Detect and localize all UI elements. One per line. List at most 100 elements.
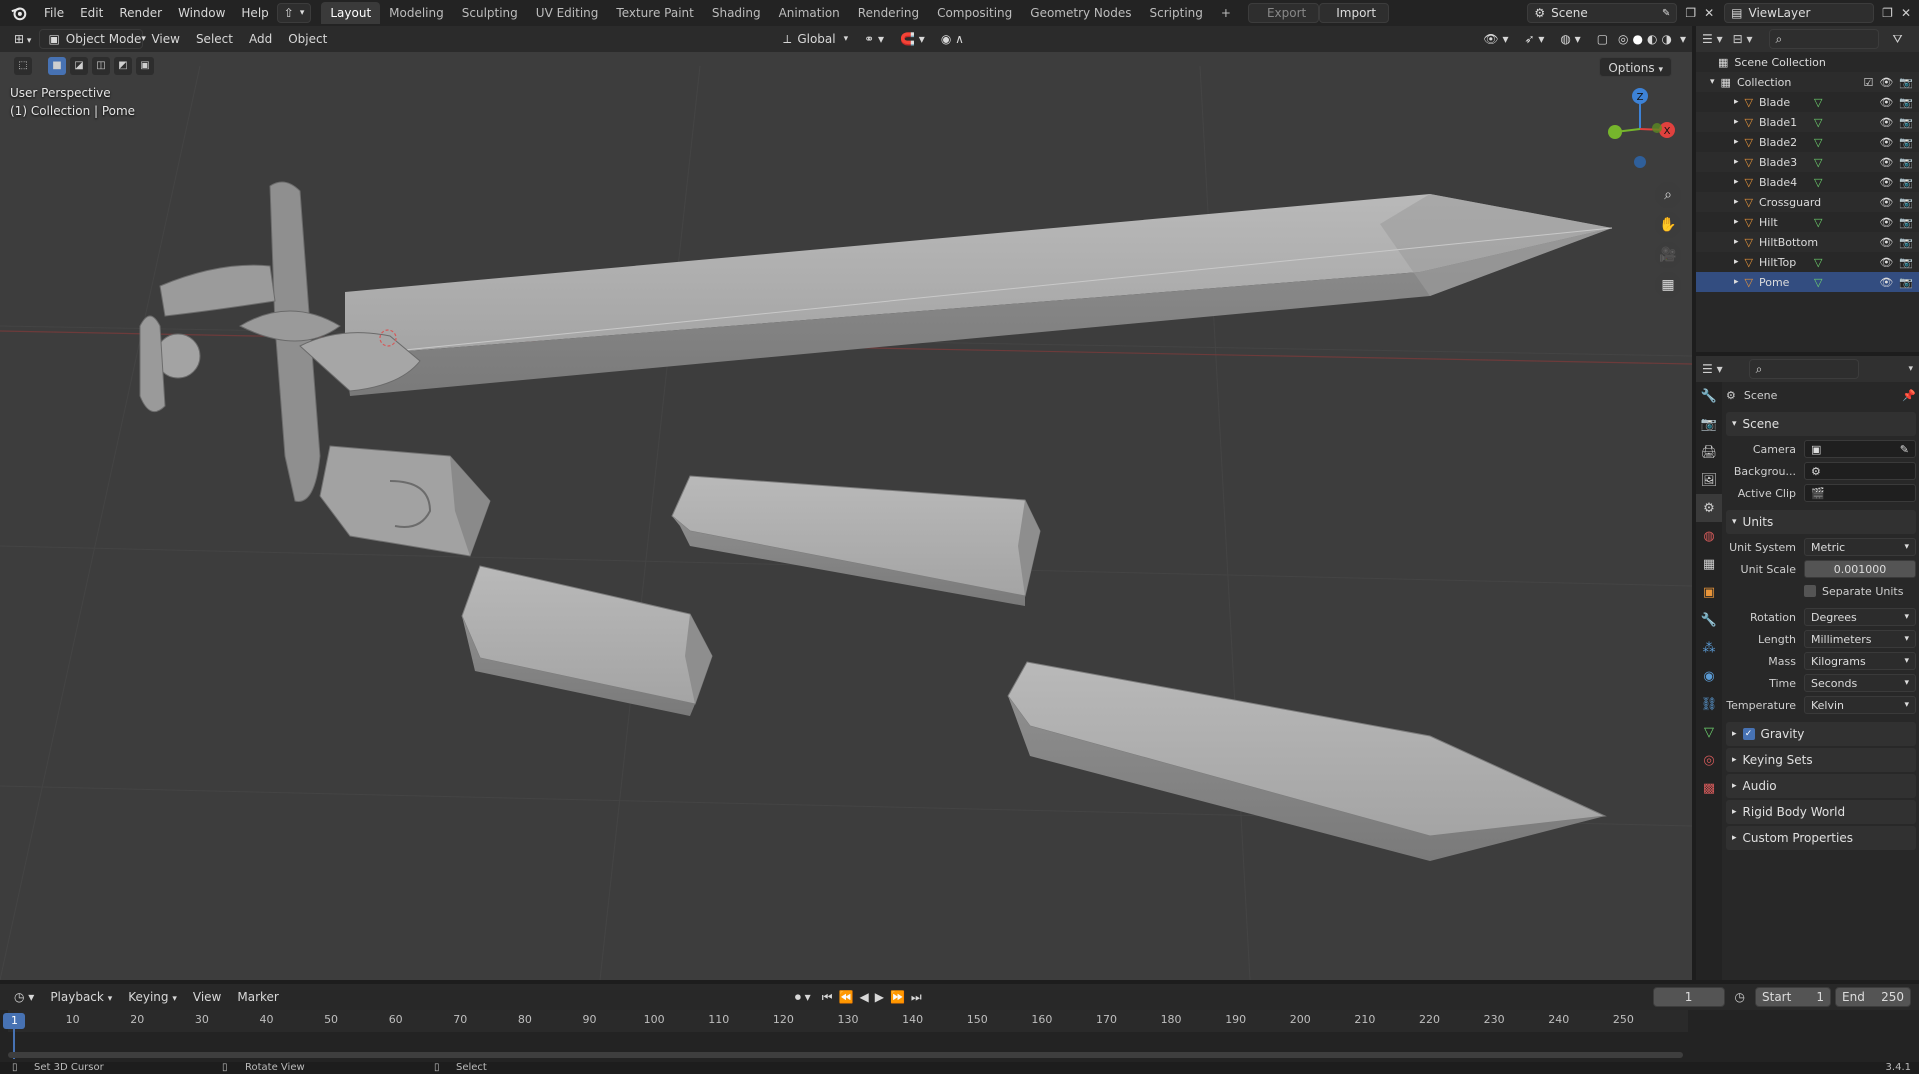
keying-sets-panel-header[interactable]: ▸ Keying Sets <box>1726 748 1916 772</box>
length-dropdown[interactable]: Millimeters ▾ <box>1804 630 1916 648</box>
tab-texture-paint[interactable]: Texture Paint <box>607 2 702 24</box>
snap-icon[interactable]: 🧲 ▾ <box>892 29 933 49</box>
timeline-editor-icon[interactable]: ◷ ▾ <box>6 987 42 1007</box>
editor-type-button[interactable]: ⊞ ▾ <box>6 29 39 49</box>
object-tab-icon[interactable]: ▣ <box>1696 578 1722 606</box>
eye-icon[interactable]: 👁 <box>1879 256 1893 269</box>
current-frame-marker[interactable]: 1 <box>3 1013 26 1029</box>
active-clip-field[interactable]: 🎬 <box>1804 484 1916 502</box>
workspace-menu-button[interactable]: ⇧ ▾ <box>276 3 312 23</box>
expand-arrow-icon[interactable]: ▸ <box>1734 177 1739 187</box>
expand-arrow-icon[interactable]: ▾ <box>1710 77 1715 87</box>
shading-wireframe-icon[interactable]: ◎ <box>1616 29 1630 49</box>
camera-icon[interactable]: 📷 <box>1899 196 1913 209</box>
outliner-search-input[interactable]: ⌕ <box>1768 29 1879 49</box>
outliner-item-crossguard[interactable]: ▸ ▽ Crossguard 👁 📷 <box>1696 192 1919 212</box>
camera-icon[interactable]: 📷 <box>1899 116 1913 129</box>
outliner-item-blade2[interactable]: ▸ ▽ Blade2 ▽ 👁 📷 <box>1696 132 1919 152</box>
unit-scale-field[interactable]: 0.001000 <box>1804 560 1916 578</box>
gravity-checkbox[interactable]: ✓ <box>1742 728 1755 740</box>
timeline-scrollbar[interactable] <box>8 1052 1683 1058</box>
unit-system-dropdown[interactable]: Metric ▾ <box>1804 538 1916 556</box>
tab-modeling[interactable]: Modeling <box>380 2 453 24</box>
menu-help[interactable]: Help <box>233 0 276 26</box>
select-new-icon[interactable]: ■ <box>48 57 66 75</box>
temperature-dropdown[interactable]: Kelvin ▾ <box>1804 696 1916 714</box>
menu-file[interactable]: File <box>36 0 72 26</box>
viewlayer-selector[interactable]: ▤ ViewLayer <box>1724 3 1875 23</box>
checkbox-icon[interactable]: ☑ <box>1863 76 1873 89</box>
custom-properties-panel-header[interactable]: ▸ Custom Properties <box>1726 826 1916 850</box>
outliner-scene-collection[interactable]: ▦ Scene Collection <box>1696 52 1919 72</box>
eye-icon[interactable]: 👁 <box>1879 176 1893 189</box>
xray-icon[interactable]: ▢ <box>1589 29 1616 49</box>
select-extend-icon[interactable]: ◪ <box>70 57 88 75</box>
expand-arrow-icon[interactable]: ▸ <box>1734 257 1739 267</box>
render-tab-icon[interactable]: 📷 <box>1696 410 1722 438</box>
expand-arrow-icon[interactable]: ▸ <box>1734 217 1739 227</box>
camera-icon[interactable]: 📷 <box>1899 136 1913 149</box>
grid-view-icon[interactable]: ▦ <box>1655 272 1681 298</box>
navigation-gizmo[interactable]: Z X <box>1595 84 1685 174</box>
play-reverse-icon[interactable]: ◀ <box>856 987 871 1007</box>
units-panel-header[interactable]: ▾ Units <box>1726 510 1916 534</box>
proportional-editing-icon[interactable]: ◉ ∧ <box>933 29 972 49</box>
outliner-item-blade[interactable]: ▸ ▽ Blade ▽ 👁 📷 <box>1696 92 1919 112</box>
play-icon[interactable]: ▶ <box>872 987 887 1007</box>
start-frame-field[interactable]: Start 1 <box>1755 987 1831 1007</box>
mesh-data-icon[interactable]: ▽ <box>1814 96 1822 109</box>
timeline-ruler[interactable]: 10 20 30 40 50 60 70 80 90 100 110 120 130 140 150 160 1… <box>3 1010 1688 1059</box>
output-tab-icon[interactable]: 🖨 <box>1696 438 1722 466</box>
camera-icon[interactable]: 📷 <box>1899 276 1913 289</box>
outliner-editor-icon[interactable]: ☰ ▾ <box>1702 32 1723 46</box>
end-frame-field[interactable]: End 250 <box>1835 987 1911 1007</box>
menu-add[interactable]: Add <box>241 29 280 49</box>
camera-icon[interactable]: 📷 <box>1899 176 1913 189</box>
shading-options-icon[interactable]: ▾ <box>1674 29 1692 49</box>
expand-arrow-icon[interactable]: ▸ <box>1734 157 1739 167</box>
mesh-data-icon[interactable]: ▽ <box>1814 136 1822 149</box>
blender-logo-icon[interactable] <box>10 4 28 22</box>
pin-icon[interactable]: ✎ <box>1662 8 1670 19</box>
world-tab-icon[interactable]: ◍ <box>1696 522 1722 550</box>
pan-hand-icon[interactable]: ✋ <box>1655 212 1681 238</box>
tab-layout[interactable]: Layout <box>321 2 381 24</box>
modifier-tab-icon[interactable]: 🔧 <box>1696 606 1722 634</box>
scene-panel-header[interactable]: ▾ Scene <box>1726 412 1916 436</box>
outliner-item-pome[interactable]: ▸ ▽ Pome ▽ 👁 📷 <box>1696 272 1919 292</box>
menu-select[interactable]: Select <box>188 29 241 49</box>
outliner-item-blade4[interactable]: ▸ ▽ Blade4 ▽ 👁 📷 <box>1696 172 1919 192</box>
tab-animation[interactable]: Animation <box>770 2 849 24</box>
viewport-scene[interactable] <box>0 26 1692 980</box>
menu-keying[interactable]: Keying ▾ <box>120 987 185 1007</box>
jump-end-icon[interactable]: ⏭ <box>908 987 925 1007</box>
constraints-tab-icon[interactable]: ⛓ <box>1696 690 1722 718</box>
options-dropdown[interactable]: Options ▾ <box>1599 57 1672 77</box>
next-keyframe-icon[interactable]: ⏩ <box>887 987 908 1007</box>
mesh-data-icon[interactable]: ▽ <box>1814 156 1822 169</box>
gravity-panel-header[interactable]: ▸ ✓ Gravity <box>1726 722 1916 746</box>
zoom-icon[interactable]: ⌕ <box>1655 182 1681 208</box>
add-workspace-button[interactable]: + <box>1212 2 1240 24</box>
camera-field[interactable]: ▣ ✎ <box>1804 440 1916 458</box>
shading-material-icon[interactable]: ◐ <box>1645 29 1659 49</box>
outliner-item-blade3[interactable]: ▸ ▽ Blade3 ▽ 👁 📷 <box>1696 152 1919 172</box>
scene-selector[interactable]: ⚙ Scene ✎ <box>1527 3 1678 23</box>
visibility-icon[interactable]: 👁 ▾ <box>1475 29 1516 49</box>
chevron-down-icon[interactable]: ▾ <box>1908 364 1913 374</box>
menu-object[interactable]: Object <box>280 29 335 49</box>
menu-window[interactable]: Window <box>170 0 233 26</box>
select-invert-icon[interactable]: ◩ <box>114 57 132 75</box>
delete-viewlayer-icon[interactable]: ✕ <box>1901 6 1911 20</box>
physics-tab-icon[interactable]: ◉ <box>1696 662 1722 690</box>
pivot-point-icon[interactable]: ⚭ ▾ <box>856 29 892 49</box>
mesh-data-icon[interactable]: ▽ <box>1814 116 1822 129</box>
shading-solid-icon[interactable]: ● <box>1631 29 1645 49</box>
import-button[interactable]: Import <box>1319 3 1390 23</box>
tab-scripting[interactable]: Scripting <box>1141 2 1212 24</box>
expand-arrow-icon[interactable]: ▸ <box>1734 97 1739 107</box>
select-tool-icon[interactable]: ⬚ <box>14 57 32 75</box>
mesh-data-icon[interactable]: ▽ <box>1814 276 1822 289</box>
outliner-item-hiltbottom[interactable]: ▸ ▽ HiltBottom 👁 📷 <box>1696 232 1919 252</box>
outliner-item-hilttop[interactable]: ▸ ▽ HiltTop ▽ 👁 📷 <box>1696 252 1919 272</box>
